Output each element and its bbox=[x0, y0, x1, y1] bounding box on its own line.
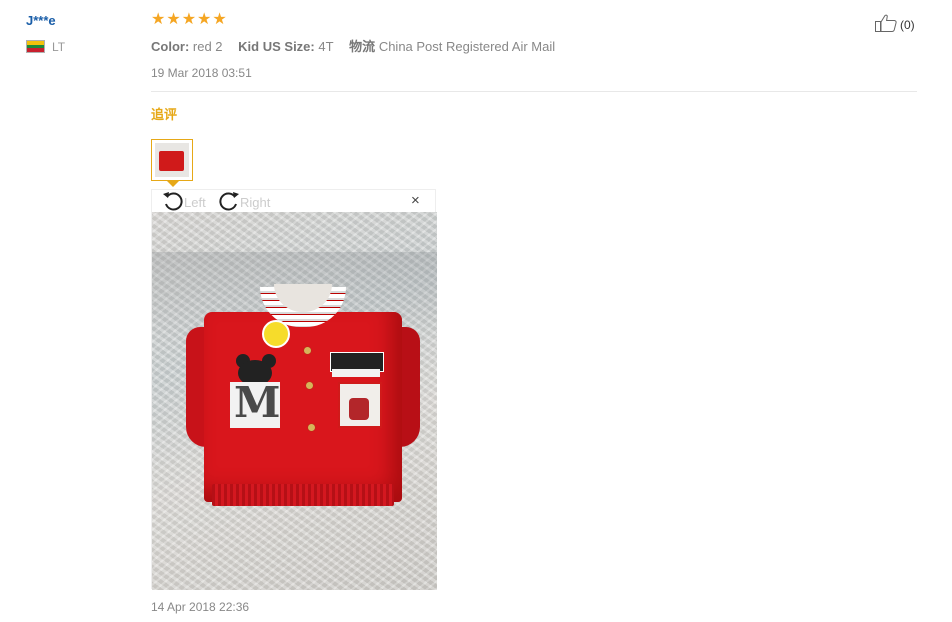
attribute-value: China Post Registered Air Mail bbox=[378, 39, 556, 54]
rotate-right-icon[interactable] bbox=[218, 191, 240, 214]
attribute-key: Color: bbox=[151, 39, 190, 54]
rotate-left-icon[interactable] bbox=[162, 191, 184, 214]
star-icon: ★ bbox=[166, 11, 181, 28]
followup-photo-thumbnail[interactable] bbox=[151, 139, 193, 181]
order-attributes: Color: red 2 Kid US Size: 4T 物流 China Po… bbox=[151, 36, 567, 55]
image-viewer: Left Right × M bbox=[151, 189, 437, 590]
attribute-key: Kid US Size: bbox=[238, 39, 315, 54]
image-viewer-toolbar: Left Right × bbox=[152, 190, 435, 212]
star-icon: ★ bbox=[197, 11, 212, 28]
rotate-right-label[interactable]: Right bbox=[240, 195, 270, 210]
attribute-value: red 2 bbox=[192, 39, 223, 54]
rotate-left-button[interactable]: Left bbox=[162, 191, 206, 214]
rotate-right-button[interactable]: Right bbox=[218, 191, 270, 214]
rotate-left-label[interactable]: Left bbox=[184, 195, 206, 210]
helpful-button[interactable]: (0) bbox=[874, 13, 915, 36]
star-icon: ★ bbox=[151, 11, 166, 28]
country-flag-icon bbox=[26, 40, 45, 53]
thumbnail-pointer-icon bbox=[167, 181, 179, 187]
helpful-count: (0) bbox=[900, 17, 915, 32]
star-icon: ★ bbox=[181, 11, 197, 28]
followup-date: 14 Apr 2018 22:36 bbox=[151, 600, 250, 614]
thumbs-up-icon[interactable] bbox=[874, 13, 898, 36]
divider bbox=[151, 91, 917, 92]
star-icon: ★ bbox=[212, 11, 227, 28]
reviewer-country: LT bbox=[52, 40, 66, 54]
review-date: 19 Mar 2018 03:51 bbox=[151, 66, 252, 80]
attribute-value: 4T bbox=[318, 39, 334, 54]
reviewer-name[interactable]: J***e bbox=[26, 13, 56, 28]
followup-label: 追评 bbox=[151, 107, 178, 122]
attribute-key: 物流 bbox=[349, 39, 376, 54]
rating-stars: ★ ★ ★ ★ ★ bbox=[151, 12, 227, 28]
followup-photo: M bbox=[152, 212, 437, 590]
close-icon[interactable]: × bbox=[411, 193, 420, 208]
